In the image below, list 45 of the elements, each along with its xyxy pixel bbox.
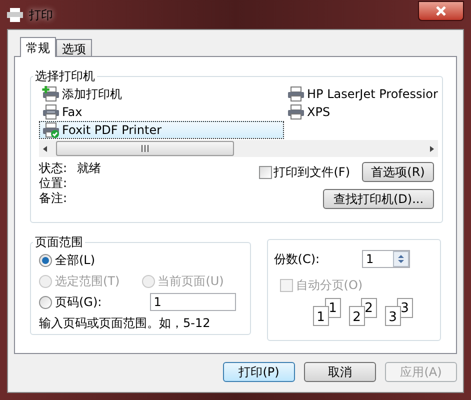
printer-item[interactable]: XPS (284, 103, 471, 121)
printer-icon (287, 104, 305, 120)
radio-label: 选定范围(T) (55, 273, 120, 290)
radio-label: 页码(G): (55, 294, 102, 311)
radio-label: 全部(L) (55, 252, 96, 269)
spinner-icon[interactable] (393, 251, 409, 267)
hint-text: 输入页码或页面范围。如，5-12 (39, 315, 212, 332)
info-label: 状态: (39, 161, 68, 176)
collate-pages-drawing: 3 3 (384, 298, 415, 326)
printer-icon (7, 8, 23, 22)
printer-item[interactable]: Foxit PDF Printer (39, 121, 284, 139)
add-printer-icon (42, 86, 60, 102)
printer-icon (287, 86, 305, 102)
info-value: 就绪 (77, 161, 102, 176)
close-button[interactable] (418, 1, 464, 21)
tab[interactable]: 常规 (20, 37, 56, 57)
dialog-button[interactable]: 查找打印机(D)... (323, 189, 434, 209)
checkbox-label: 自动分页(O) (296, 277, 363, 294)
window-title: 打印 (29, 6, 53, 24)
checkbox[interactable] (258, 166, 272, 178)
tab[interactable]: 选项 (56, 39, 92, 56)
radio-label: 当前页面(U) (158, 273, 224, 290)
printer-item[interactable]: 添加打印机 (39, 85, 284, 103)
checkbox-label: 打印到文件(F) (274, 164, 350, 181)
close-icon[interactable] (436, 6, 446, 16)
pages-field[interactable]: 1 (150, 293, 236, 311)
dialog-button[interactable]: 取消 (304, 362, 376, 382)
collate-pages-drawing: 1 1 (312, 298, 343, 326)
copies-field[interactable]: 1 (362, 250, 410, 268)
dialog-button[interactable]: 打印(P) (223, 362, 295, 382)
radio-button[interactable] (39, 296, 52, 308)
info-label: 备注: (39, 191, 68, 206)
copies-label: 份数(C): (274, 251, 320, 268)
dialog-button[interactable]: 首选项(R) (362, 162, 434, 182)
collate-pages-drawing: 2 2 (348, 298, 379, 326)
printer-item[interactable]: Fax (39, 103, 284, 121)
group-title: 选择打印机 (34, 68, 96, 85)
scroll-thumb[interactable] (56, 141, 234, 156)
printer-item[interactable]: HP LaserJet Professior (284, 85, 471, 103)
horizontal-scrollbar[interactable] (39, 140, 438, 157)
info-label: 位置: (39, 176, 68, 191)
radio-button[interactable] (39, 254, 52, 266)
printer-icon (42, 104, 60, 120)
group-title: 页面范围 (34, 234, 84, 251)
printer-check-icon (42, 122, 60, 138)
